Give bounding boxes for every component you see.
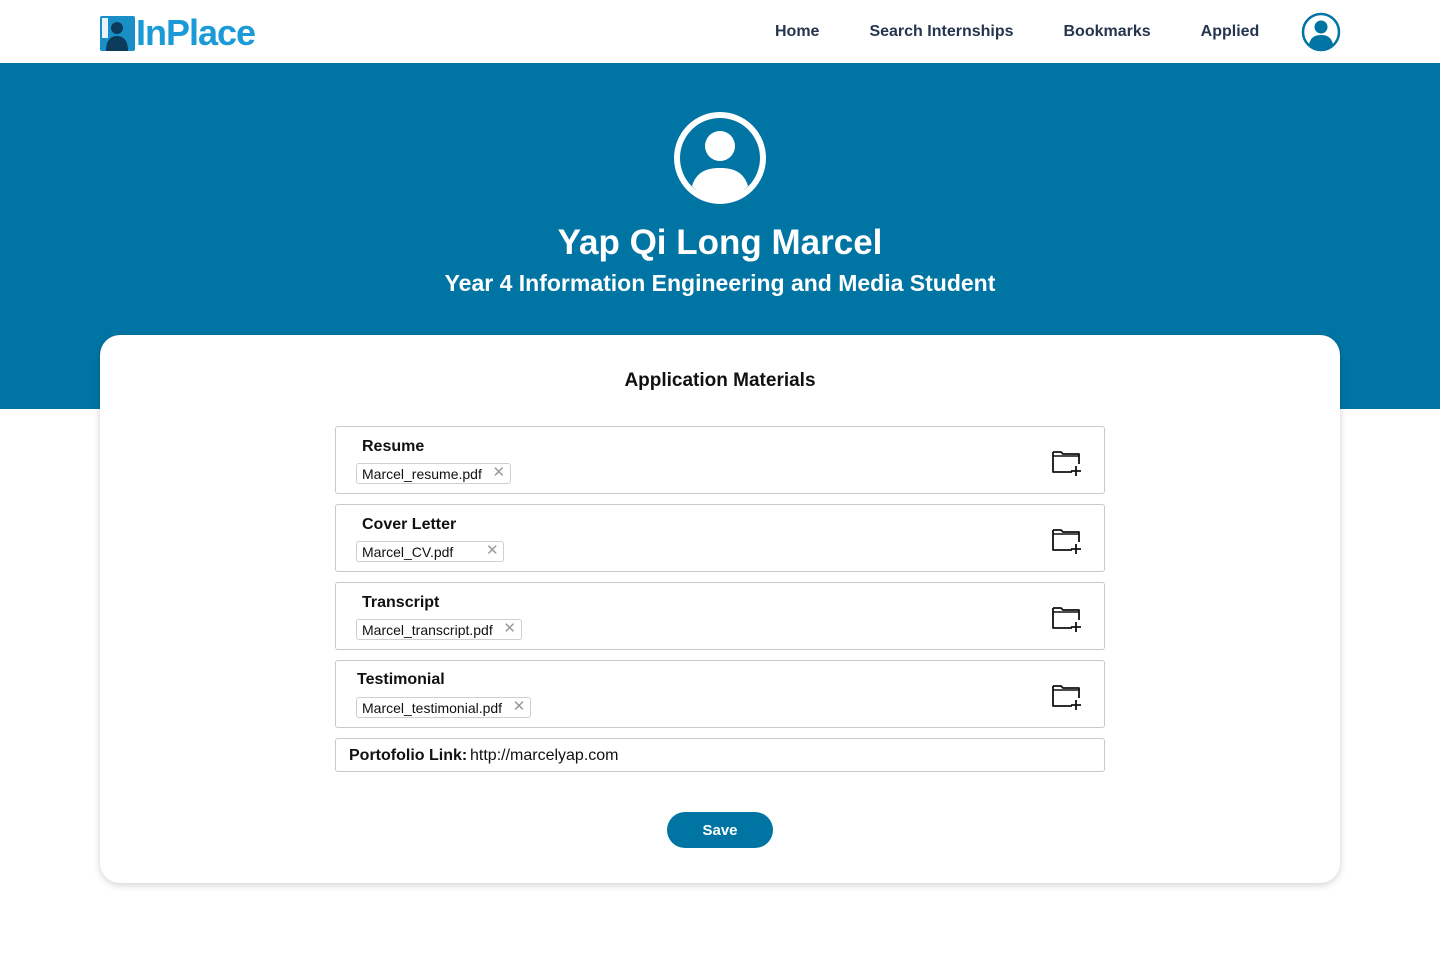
user-circle-icon[interactable] [1301, 12, 1341, 52]
application-materials-card: Application Materials Resume Marcel_resu… [100, 335, 1340, 883]
folder-add-icon[interactable] [1050, 444, 1084, 478]
person-badge-icon [100, 15, 135, 51]
testimonial-file-name: Marcel_testimonial.pdf [362, 700, 503, 716]
profile-subtitle: Year 4 Information Engineering and Media… [444, 270, 996, 296]
folder-add-icon[interactable] [1050, 600, 1084, 634]
portfolio-link-field: Portofolio Link: http://marcelyap.com [335, 738, 1105, 772]
folder-add-icon[interactable] [1050, 522, 1084, 556]
top-navigation-bar: InPlace Home Search Internships Bookmark… [0, 0, 1440, 63]
save-button[interactable]: Save [667, 812, 773, 848]
portfolio-link-label: Portofolio Link: [349, 747, 468, 764]
transcript-label: Transcript [362, 594, 440, 611]
inplace-logo[interactable]: InPlace [100, 12, 256, 53]
resume-file-name: Marcel_resume.pdf [362, 466, 482, 482]
testimonial-file-chip: Marcel_testimonial.pdf ✕ [356, 697, 532, 718]
resume-file-chip: Marcel_resume.pdf ✕ [356, 463, 511, 484]
close-icon[interactable]: ✕ [512, 698, 526, 717]
profile-name: Yap Qi Long Marcel [557, 223, 883, 262]
close-icon[interactable]: ✕ [485, 542, 499, 561]
nav-home[interactable]: Home [775, 23, 819, 41]
section-title: Application Materials [624, 370, 816, 391]
resume-label: Resume [362, 438, 425, 455]
transcript-file-name: Marcel_transcript.pdf [362, 622, 493, 638]
cover-letter-file-chip: Marcel_CV.pdf ✕ [356, 541, 505, 562]
cover-letter-label: Cover Letter [362, 516, 457, 533]
transcript-file-chip: Marcel_transcript.pdf ✕ [356, 619, 522, 640]
folder-add-icon[interactable] [1050, 678, 1084, 712]
portfolio-link-input[interactable]: http://marcelyap.com [470, 747, 1070, 765]
testimonial-label: Testimonial [357, 671, 445, 688]
nav-search-internships[interactable]: Search Internships [869, 23, 1013, 41]
close-icon[interactable]: ✕ [492, 464, 506, 483]
cover-letter-file-name: Marcel_CV.pdf [362, 544, 454, 560]
nav-bookmarks[interactable]: Bookmarks [1064, 23, 1151, 41]
cover-letter-section: Cover Letter Marcel_CV.pdf ✕ [335, 504, 1105, 572]
nav-applied[interactable]: Applied [1201, 23, 1260, 41]
close-icon[interactable]: ✕ [503, 620, 517, 639]
transcript-section: Transcript Marcel_transcript.pdf ✕ [335, 582, 1105, 650]
user-circle-icon [674, 112, 766, 204]
logo-text: InPlace [136, 12, 256, 53]
main-nav: Home Search Internships Bookmarks Applie… [750, 0, 1284, 63]
testimonial-section: Testimonial Marcel_testimonial.pdf ✕ [335, 660, 1105, 728]
resume-section: Resume Marcel_resume.pdf ✕ [335, 426, 1105, 494]
